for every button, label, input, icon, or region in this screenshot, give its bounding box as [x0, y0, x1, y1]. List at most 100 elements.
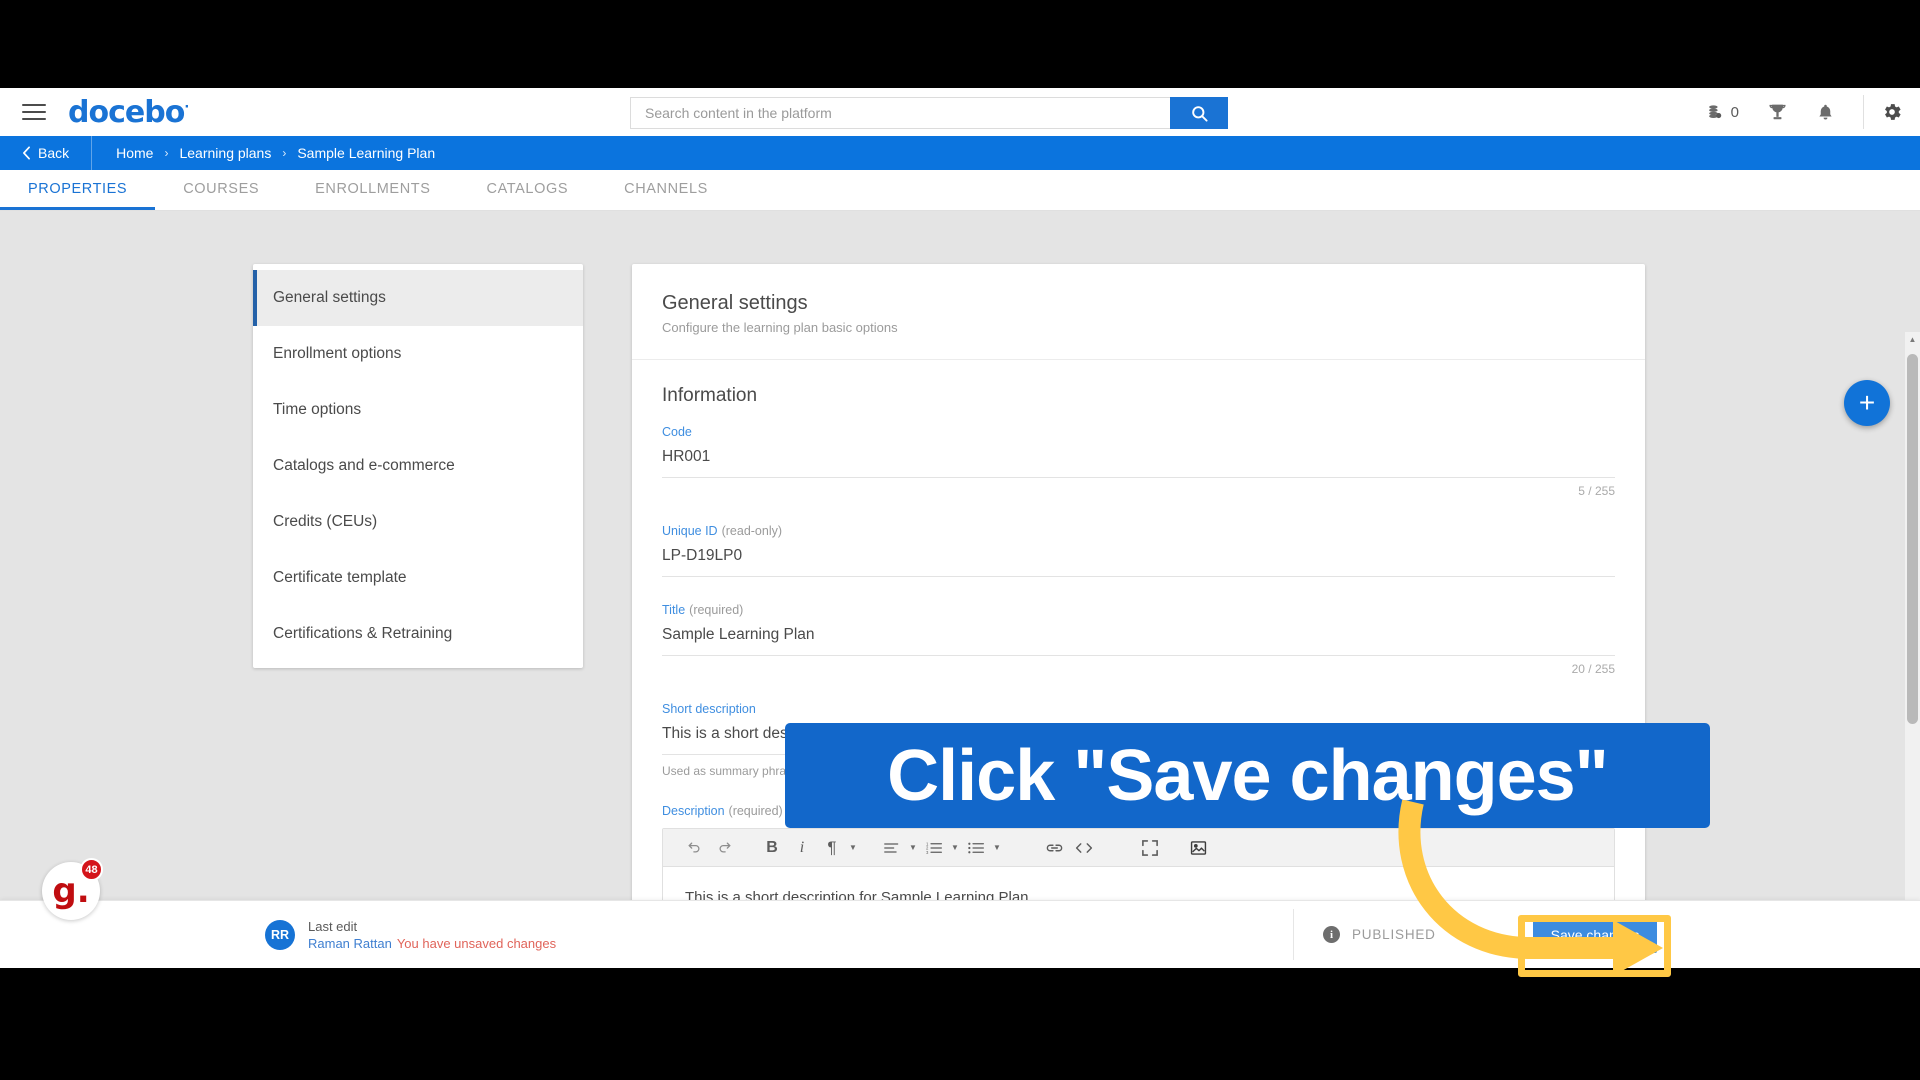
breadcrumb-item-home[interactable]: Home — [116, 145, 153, 161]
svg-text:3: 3 — [926, 849, 929, 854]
instruction-banner: Click "Save changes" — [785, 723, 1710, 828]
notifications-button[interactable] — [1816, 102, 1835, 123]
field-code: Code HR001 5 / 255 — [662, 425, 1615, 498]
tab-label: PROPERTIES — [28, 180, 128, 197]
title-modifier: (required) — [689, 603, 744, 617]
g-logo-icon: g. — [52, 871, 90, 911]
sidebar-item-catalogs-ecommerce[interactable]: Catalogs and e-commerce — [253, 438, 583, 494]
sidebar-item-label: General settings — [273, 289, 386, 306]
field-unique-id: Unique ID (read-only) LP-D19LP0 — [662, 524, 1615, 577]
tab-label: CHANNELS — [624, 180, 708, 197]
tab-enrollments[interactable]: ENROLLMENTS — [287, 170, 458, 210]
breadcrumb-separator: › — [282, 146, 287, 160]
field-label: Short description — [662, 702, 756, 716]
sidebar-item-label: Catalogs and e-commerce — [273, 457, 455, 474]
help-widget-logo[interactable]: g. 48 — [42, 858, 103, 920]
sidebar-item-label: Credits (CEUs) — [273, 513, 378, 530]
info-icon[interactable]: i — [1323, 926, 1340, 943]
page-subtitle: Configure the learning plan basic option… — [662, 320, 898, 335]
align-left-icon[interactable] — [877, 833, 907, 863]
bell-icon — [1819, 104, 1832, 119]
tab-properties[interactable]: PROPERTIES — [0, 170, 156, 210]
breadcrumb-item-current: Sample Learning Plan — [297, 145, 436, 161]
page-title: General settings — [662, 292, 808, 314]
tab-label: COURSES — [183, 180, 260, 197]
highlight-box — [1518, 915, 1671, 977]
sidebar-item-general-settings[interactable]: General settings — [253, 270, 583, 326]
brand-mark: · — [184, 99, 189, 115]
editor-toolbar: B i ¶ ▼ ▼ 123 ▼ ▼ — [663, 829, 1614, 867]
plus-icon: + — [1858, 387, 1876, 418]
general-settings-panel: General settings Configure the learning … — [632, 264, 1645, 968]
tab-courses[interactable]: COURSES — [155, 170, 287, 210]
sidebar-item-certificate-template[interactable]: Certificate template — [253, 550, 583, 606]
back-label: Back — [38, 145, 70, 161]
coins-indicator[interactable]: 0 — [1707, 103, 1739, 121]
tab-label: CATALOGS — [486, 180, 569, 197]
field-label: Unique ID (read-only) — [662, 524, 1615, 538]
undo-icon[interactable] — [679, 833, 709, 863]
last-edit-label: Last edit — [308, 918, 358, 934]
ordered-list-icon[interactable]: 123 — [919, 833, 949, 863]
unordered-list-icon[interactable] — [961, 833, 991, 863]
sidebar-item-label: Enrollment options — [273, 345, 402, 362]
sidebar-item-enrollment-options[interactable]: Enrollment options — [253, 326, 583, 382]
code-input[interactable]: HR001 — [662, 439, 1615, 478]
redo-icon[interactable] — [709, 833, 739, 863]
tab-catalogs[interactable]: CATALOGS — [459, 170, 597, 210]
insert-image-icon[interactable] — [1183, 833, 1213, 863]
italic-icon[interactable]: i — [787, 833, 817, 863]
code-char-counter: 5 / 255 — [1578, 484, 1615, 498]
sidebar-item-label: Time options — [273, 401, 362, 418]
fullscreen-icon[interactable] — [1135, 833, 1165, 863]
sidebar-item-time-options[interactable]: Time options — [253, 382, 583, 438]
breadcrumb: Home › Learning plans › Sample Learning … — [92, 145, 435, 161]
bold-icon[interactable]: B — [757, 833, 787, 863]
global-search — [630, 97, 1228, 129]
sidebar-item-certifications-retraining[interactable]: Certifications & Retraining — [253, 606, 583, 662]
tab-bar: PROPERTIES COURSES ENROLLMENTS CATALOGS … — [0, 170, 1920, 210]
coins-count: 0 — [1730, 103, 1739, 121]
coins-icon — [1708, 105, 1721, 119]
title-input[interactable]: Sample Learning Plan — [662, 617, 1615, 656]
vertical-scrollbar[interactable]: ▲ — [1905, 332, 1920, 968]
last-edit-info: Last edit Raman Rattan You have unsaved c… — [308, 919, 556, 951]
field-label: Code — [662, 425, 692, 439]
insert-link-icon[interactable] — [1039, 833, 1069, 863]
paragraph-format-icon[interactable]: ¶ — [817, 833, 847, 863]
screen: docebo· Search content in the platform 0… — [0, 0, 1920, 1080]
field-label: Title (required) — [662, 603, 1615, 617]
sidebar-item-credits-ceus[interactable]: Credits (CEUs) — [253, 494, 583, 550]
add-button[interactable]: + — [1844, 380, 1890, 426]
instruction-text: Click "Save changes" — [887, 735, 1609, 816]
avatar: RR — [265, 919, 295, 950]
tab-channels[interactable]: CHANNELS — [596, 170, 736, 210]
breadcrumb-bar: Back Home › Learning plans › Sample Lear… — [0, 136, 1920, 170]
chevron-down-icon[interactable]: ▼ — [991, 833, 1003, 863]
tab-label: ENROLLMENTS — [315, 180, 431, 197]
code-view-icon[interactable] — [1069, 833, 1099, 863]
settings-button[interactable] — [1864, 101, 1920, 123]
trophy-button[interactable] — [1767, 102, 1788, 123]
description-modifier: (required) — [728, 804, 783, 818]
browser-viewport: docebo· Search content in the platform 0… — [0, 88, 1920, 968]
divider — [632, 359, 1645, 360]
publish-status: i PUBLISHED — [1323, 926, 1436, 943]
breadcrumb-item-learning-plans[interactable]: Learning plans — [179, 145, 271, 161]
scroll-up-arrow-icon[interactable]: ▲ — [1905, 332, 1920, 347]
search-input[interactable] — [630, 97, 1170, 129]
description-label: Description — [662, 804, 725, 818]
brand-text: docebo — [68, 94, 185, 130]
chevron-down-icon[interactable]: ▼ — [949, 833, 961, 863]
hamburger-icon[interactable] — [22, 104, 46, 120]
chevron-down-icon[interactable]: ▼ — [907, 833, 919, 863]
docebo-logo[interactable]: docebo· — [68, 94, 189, 130]
chevron-down-icon[interactable]: ▼ — [847, 833, 859, 863]
title-label: Title — [662, 603, 686, 617]
unique-id-value: LP-D19LP0 — [662, 538, 1615, 577]
breadcrumb-separator: › — [164, 146, 169, 160]
search-button[interactable] — [1170, 97, 1228, 129]
back-button[interactable]: Back — [0, 136, 93, 170]
scrollbar-thumb[interactable] — [1907, 354, 1918, 724]
section-title-information: Information — [662, 385, 758, 406]
